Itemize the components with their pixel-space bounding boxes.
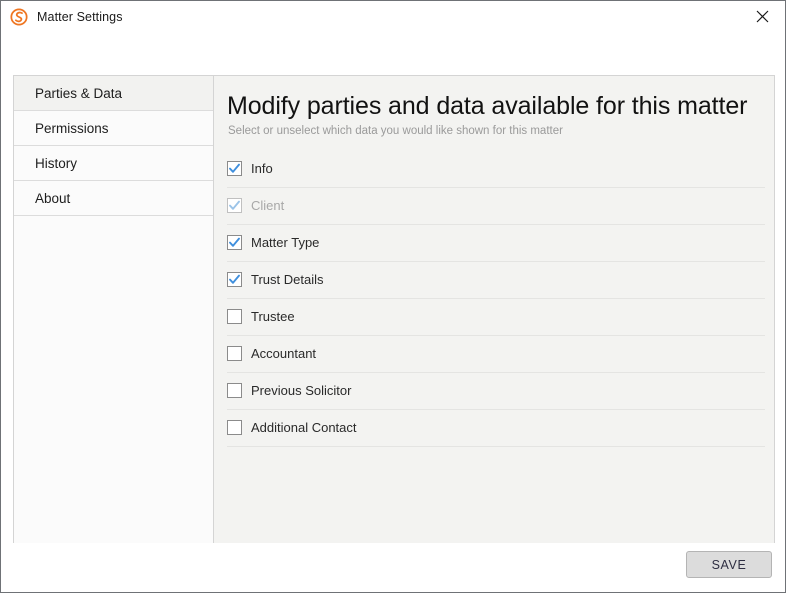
settings-sidebar: Parties & Data Permissions History About	[13, 75, 214, 574]
checkbox-matter-type[interactable]	[227, 235, 242, 251]
sidebar-item-label: About	[35, 190, 71, 206]
matter-settings-window: Matter Settings Parties & Data Permissio…	[0, 0, 786, 593]
checkbox-client	[227, 198, 242, 214]
checkbox-trust-details[interactable]	[227, 272, 242, 288]
sidebar-item-history[interactable]: History	[14, 146, 214, 181]
list-item-label: Trustee	[251, 309, 295, 325]
title-bar: Matter Settings	[1, 1, 785, 32]
list-item-previous-solicitor[interactable]: Previous Solicitor	[227, 373, 765, 410]
list-item-trust-details[interactable]: Trust Details	[227, 262, 765, 299]
sidebar-item-label: History	[35, 155, 78, 171]
settings-content-panel: Modify parties and data available for th…	[213, 75, 775, 574]
window-title: Matter Settings	[37, 9, 123, 24]
list-item-label: Additional Contact	[251, 420, 357, 436]
save-button[interactable]: SAVE	[686, 551, 772, 578]
checkbox-accountant[interactable]	[227, 346, 242, 362]
list-item-label: Client	[251, 198, 285, 214]
list-item-trustee[interactable]: Trustee	[227, 299, 765, 336]
sidebar-item-label: Permissions	[35, 120, 109, 136]
close-button[interactable]	[739, 1, 785, 32]
check-icon	[229, 237, 240, 247]
dialog-body: Parties & Data Permissions History About…	[1, 32, 785, 592]
page-subtitle: Select or unselect which data you would …	[228, 124, 563, 137]
list-item-additional-contact[interactable]: Additional Contact	[227, 410, 765, 447]
check-icon	[229, 274, 240, 284]
sidebar-item-about[interactable]: About	[14, 181, 214, 216]
sidebar-item-parties-and-data[interactable]: Parties & Data	[14, 76, 214, 111]
list-item-label: Info	[251, 161, 273, 177]
checkbox-additional-contact[interactable]	[227, 420, 242, 436]
list-item-accountant[interactable]: Accountant	[227, 336, 765, 373]
checkbox-info[interactable]	[227, 161, 242, 177]
checkbox-trustee[interactable]	[227, 309, 242, 325]
list-item-label: Accountant	[251, 346, 317, 362]
dialog-footer: SAVE	[1, 543, 785, 592]
close-icon	[756, 10, 768, 23]
check-icon	[229, 163, 240, 173]
list-item-label: Trust Details	[251, 272, 324, 288]
spiral-s-logo-icon	[10, 7, 28, 26]
checkbox-previous-solicitor[interactable]	[227, 383, 242, 399]
list-item-matter-type[interactable]: Matter Type	[227, 225, 765, 262]
page-title: Modify parties and data available for th…	[227, 92, 748, 120]
list-item-client: Client	[227, 188, 765, 225]
list-item-label: Matter Type	[251, 235, 320, 251]
sidebar-item-permissions[interactable]: Permissions	[14, 111, 214, 146]
data-options-list: Info Client Matter Type Trust Details Tr…	[214, 151, 774, 447]
list-item-info[interactable]: Info	[227, 151, 765, 188]
list-item-label: Previous Solicitor	[251, 383, 352, 399]
sidebar-item-label: Parties & Data	[35, 85, 123, 101]
check-icon	[229, 200, 240, 210]
